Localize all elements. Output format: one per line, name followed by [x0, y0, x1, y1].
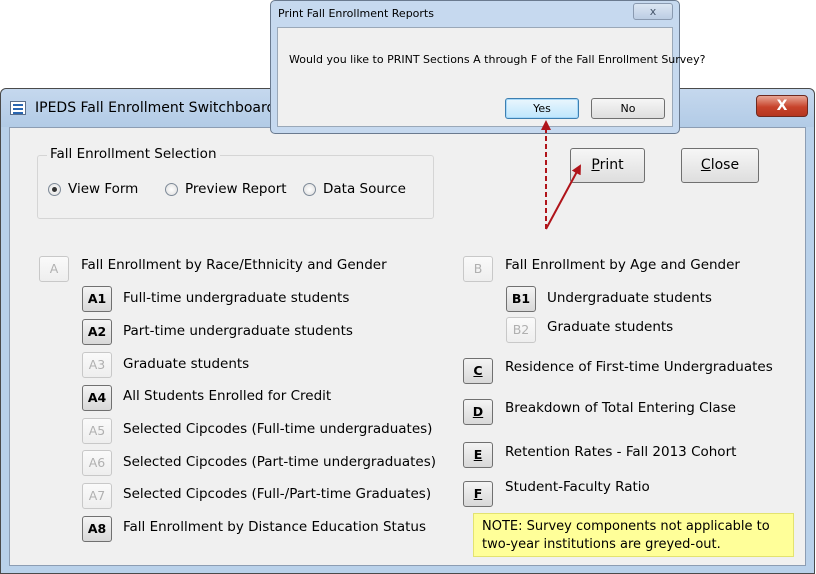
- section-c-button[interactable]: C: [463, 358, 493, 384]
- window-close-button[interactable]: X: [756, 95, 808, 117]
- b1-label: Undergraduate students: [547, 290, 712, 306]
- window-title: IPEDS Fall Enrollment Switchboard: [35, 100, 276, 116]
- section-b-button[interactable]: B: [463, 256, 493, 282]
- section-d-label: Breakdown of Total Entering Clase: [505, 400, 736, 416]
- dialog-message: Would you like to PRINT Sections A throu…: [289, 53, 706, 66]
- a3-button[interactable]: A3: [82, 352, 112, 378]
- radio-dot-icon[interactable]: [165, 182, 178, 196]
- greyed-out-note: NOTE: Survey components not applicable t…: [473, 513, 794, 557]
- selection-group: Fall Enrollment Selection View Form Prev…: [37, 146, 434, 219]
- a3-label: Graduate students: [123, 356, 250, 372]
- dialog-close-button[interactable]: x: [633, 3, 673, 20]
- switchboard-window: IPEDS Fall Enrollment Switchboard X Fall…: [0, 88, 815, 574]
- close-button[interactable]: Close: [681, 148, 759, 183]
- radio-label: Data Source: [323, 181, 406, 197]
- a5-label: Selected Cipcodes (Full-time undergradua…: [123, 421, 433, 437]
- a2-label: Part-time undergraduate students: [123, 323, 353, 339]
- b2-label: Graduate students: [547, 319, 674, 335]
- close-label-post: lose: [710, 157, 740, 173]
- a6-button[interactable]: A6: [82, 450, 112, 476]
- dialog-body: Would you like to PRINT Sections A throu…: [277, 27, 705, 127]
- switchboard-body: Fall Enrollment Selection View Form Prev…: [9, 127, 806, 566]
- section-e-button[interactable]: E: [463, 442, 493, 468]
- print-dialog: Print Fall Enrollment Reports x Would yo…: [270, 0, 705, 134]
- note-line-1: NOTE: Survey components not applicable t…: [482, 519, 770, 534]
- print-mnemonic: P: [591, 157, 600, 173]
- section-b-title: Fall Enrollment by Age and Gender: [505, 257, 740, 273]
- a1-button[interactable]: A1: [82, 286, 112, 312]
- a7-label: Selected Cipcodes (Full-/Part-time Gradu…: [123, 486, 432, 502]
- print-button[interactable]: Print: [570, 148, 645, 183]
- radio-dot-icon[interactable]: [48, 182, 61, 196]
- a8-label: Fall Enrollment by Distance Education St…: [123, 519, 426, 535]
- a8-button[interactable]: A8: [82, 516, 112, 542]
- section-a-title: Fall Enrollment by Race/Ethnicity and Ge…: [81, 257, 387, 273]
- section-e-label: Retention Rates - Fall 2013 Cohort: [505, 444, 737, 460]
- form-icon: [10, 101, 26, 115]
- section-f-label: Student-Faculty Ratio: [505, 479, 650, 495]
- a5-button[interactable]: A5: [82, 418, 112, 444]
- a4-button[interactable]: A4: [82, 385, 112, 411]
- close-mnemonic: C: [700, 157, 711, 173]
- section-d-button[interactable]: D: [463, 399, 493, 425]
- b1-button[interactable]: B1: [506, 286, 536, 312]
- radio-view-form[interactable]: View Form: [48, 181, 138, 197]
- a4-label: All Students Enrolled for Credit: [123, 388, 332, 404]
- radio-preview-report[interactable]: Preview Report: [165, 181, 287, 197]
- print-label-post: rint: [599, 157, 624, 173]
- section-a-button[interactable]: A: [39, 256, 69, 282]
- dialog-yes-button[interactable]: Yes: [505, 98, 579, 119]
- selection-legend: Fall Enrollment Selection: [47, 146, 220, 162]
- radio-label: Preview Report: [185, 181, 287, 197]
- dialog-no-button[interactable]: No: [591, 98, 665, 119]
- radio-label: View Form: [68, 181, 139, 197]
- note-line-2: two-year institutions are greyed-out.: [482, 537, 721, 552]
- section-f-button[interactable]: F: [463, 481, 493, 507]
- b2-button[interactable]: B2: [506, 317, 536, 343]
- radio-data-source[interactable]: Data Source: [303, 181, 406, 197]
- radio-dot-icon[interactable]: [303, 182, 316, 196]
- a1-label: Full-time undergraduate students: [123, 290, 350, 306]
- dialog-title: Print Fall Enrollment Reports: [278, 7, 434, 20]
- a2-button[interactable]: A2: [82, 319, 112, 345]
- a7-button[interactable]: A7: [82, 483, 112, 509]
- section-c-label: Residence of First-time Undergraduates: [505, 359, 773, 375]
- a6-label: Selected Cipcodes (Part-time undergradua…: [123, 454, 437, 470]
